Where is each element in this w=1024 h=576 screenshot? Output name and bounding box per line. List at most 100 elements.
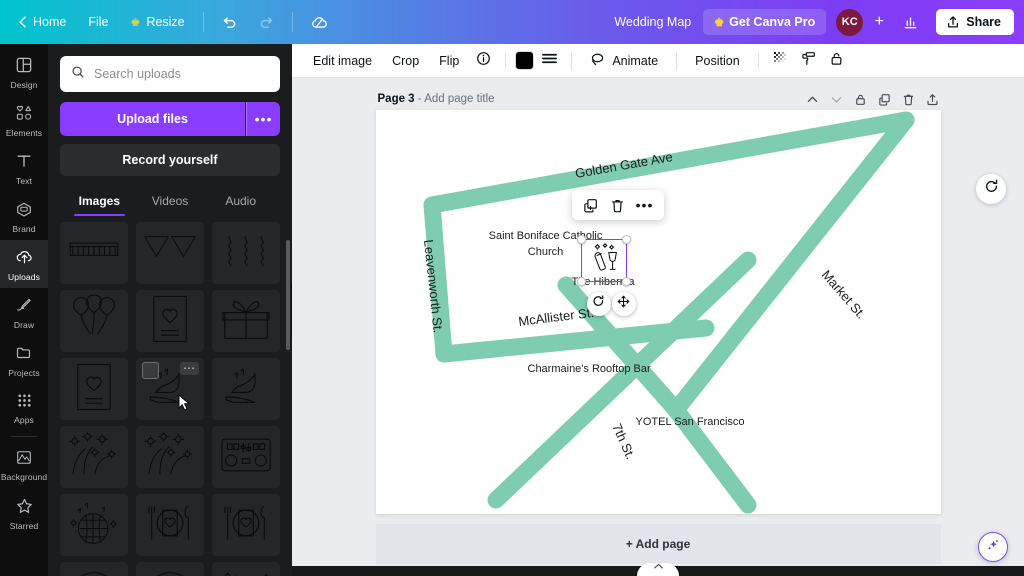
selected-element-frame[interactable] (576, 235, 631, 286)
get-canva-pro-button[interactable]: ♚ Get Canva Pro (703, 9, 827, 35)
place-setting-icon (220, 501, 272, 550)
add-collaborator-button[interactable]: + (867, 10, 891, 34)
avatar-initials: KC (841, 16, 858, 28)
search-uploads-box[interactable] (60, 56, 280, 92)
sidebar-item-text[interactable]: Text (0, 144, 48, 192)
upload-thumb[interactable] (60, 426, 128, 488)
insights-button[interactable] (893, 9, 928, 36)
add-page-title-link[interactable]: Add page title (424, 93, 494, 105)
sidebar-item-design[interactable]: Design (0, 48, 48, 96)
sidebar-item-projects[interactable]: Projects (0, 336, 48, 384)
resize-handle-top-left[interactable] (576, 235, 586, 244)
map-graphic: Golden Gate Ave Leavenworth St. Market S… (421, 111, 914, 514)
delete-page-button[interactable] (902, 93, 915, 106)
position-button[interactable]: Position (686, 49, 748, 73)
lock-button[interactable] (824, 49, 850, 73)
upload-thumb[interactable] (60, 562, 128, 576)
search-icon (71, 65, 85, 84)
heart-balloons-icon (68, 293, 120, 349)
thumb-checkbox[interactable] (142, 362, 159, 379)
upload-files-button[interactable]: Upload files (60, 102, 245, 136)
add-page-button[interactable]: + Add page (375, 524, 941, 564)
move-page-down-button[interactable] (830, 93, 843, 106)
lock-page-button[interactable] (854, 93, 867, 106)
info-button[interactable] (470, 49, 496, 73)
design-page-canvas[interactable]: Golden Gate Ave Leavenworth St. Market S… (375, 110, 941, 514)
thumb-more-icon[interactable]: ⋯ (180, 362, 199, 375)
upload-thumb[interactable] (212, 494, 280, 556)
upload-thumb[interactable] (136, 494, 204, 556)
record-yourself-button[interactable]: Record yourself (60, 144, 280, 176)
color-swatch-button[interactable] (515, 51, 535, 70)
heart-arch-icon (144, 569, 196, 576)
canvas-scroll-area[interactable]: Page 3 - Add page title Golden Gate Ave … (292, 78, 1024, 576)
move-page-up-button[interactable] (806, 93, 819, 106)
avatar[interactable]: KC (836, 8, 864, 36)
line-style-button[interactable] (536, 49, 562, 73)
share-button[interactable]: Share (936, 9, 1014, 35)
animate-button[interactable]: Animate (581, 47, 667, 75)
upload-thumb[interactable] (212, 426, 280, 488)
duplicate-page-button[interactable] (878, 93, 891, 106)
tab-videos[interactable]: Videos (135, 188, 206, 216)
resize-button[interactable]: ♚ Resize (121, 9, 195, 35)
undo-icon (222, 15, 237, 30)
panel-scrollbar[interactable] (286, 240, 290, 350)
magic-ai-button[interactable] (978, 532, 1008, 562)
upload-more-button[interactable]: ••• (246, 102, 280, 136)
search-input[interactable] (94, 67, 269, 81)
cloud-save-button[interactable] (301, 9, 338, 36)
flip-button[interactable]: Flip (430, 49, 468, 73)
disco-ball-icon (67, 499, 121, 552)
upload-thumb[interactable] (60, 290, 128, 352)
upload-thumb[interactable] (136, 562, 204, 576)
transparency-button[interactable] (768, 49, 794, 73)
more-options-button[interactable]: ••• (633, 193, 657, 217)
resize-handle-bottom-right[interactable] (621, 277, 631, 286)
undo-button[interactable] (212, 9, 247, 36)
page-title-row[interactable]: Page 3 - Add page title (378, 93, 495, 105)
tab-images[interactable]: Images (64, 188, 135, 216)
upload-thumb[interactable] (136, 426, 204, 488)
upload-row: Upload files ••• (60, 102, 280, 136)
collapse-panel-handle[interactable]: ❮ (291, 283, 292, 337)
sidebar-item-brand[interactable]: Brand (0, 192, 48, 240)
home-button[interactable]: Home (8, 9, 76, 35)
sidebar-item-apps[interactable]: Apps (0, 384, 48, 432)
sidebar-item-starred[interactable]: Starred (0, 489, 48, 537)
redo-button[interactable] (249, 9, 284, 36)
upload-thumb[interactable] (60, 494, 128, 556)
upload-thumb[interactable] (212, 358, 280, 420)
expand-page-button[interactable] (926, 93, 939, 106)
upload-thumb[interactable] (136, 222, 204, 284)
duplicate-element-button[interactable] (579, 193, 603, 217)
collapse-bottom-bar-handle[interactable] (637, 563, 679, 576)
resize-handle-bottom-left[interactable] (576, 277, 586, 286)
paint-roller-button[interactable] (796, 49, 822, 73)
sync-refresh-button[interactable] (976, 174, 1006, 204)
upload-thumb-selected[interactable]: ⋯ (136, 358, 204, 420)
tab-audio[interactable]: Audio (205, 188, 276, 216)
upload-thumb[interactable] (212, 562, 280, 576)
crop-button[interactable]: Crop (383, 49, 428, 73)
upload-thumb[interactable] (136, 290, 204, 352)
upload-thumb[interactable] (212, 222, 280, 284)
resize-handle-top-right[interactable] (621, 235, 631, 244)
file-button[interactable]: File (78, 9, 118, 35)
sidebar-item-draw[interactable]: Draw (0, 288, 48, 336)
rotate-element-button[interactable] (586, 292, 611, 316)
upload-thumb[interactable] (212, 290, 280, 352)
sidebar-item-elements[interactable]: Elements (0, 96, 48, 144)
delete-element-button[interactable] (606, 193, 630, 217)
get-canva-pro-label: Get Canva Pro (729, 15, 816, 29)
sidebar-item-uploads[interactable]: Uploads (0, 240, 48, 288)
upload-thumb[interactable] (60, 222, 128, 284)
sidebar-item-background[interactable]: Background (0, 441, 48, 489)
crown-icon: ♚ (714, 16, 725, 29)
page-number-label: Page 3 (377, 93, 415, 105)
upload-thumb[interactable] (60, 358, 128, 420)
document-title[interactable]: Wedding Map (604, 9, 701, 35)
edit-image-button[interactable]: Edit image (304, 49, 381, 73)
move-element-button[interactable] (611, 292, 636, 316)
sidebar-item-label: Starred (9, 520, 39, 531)
